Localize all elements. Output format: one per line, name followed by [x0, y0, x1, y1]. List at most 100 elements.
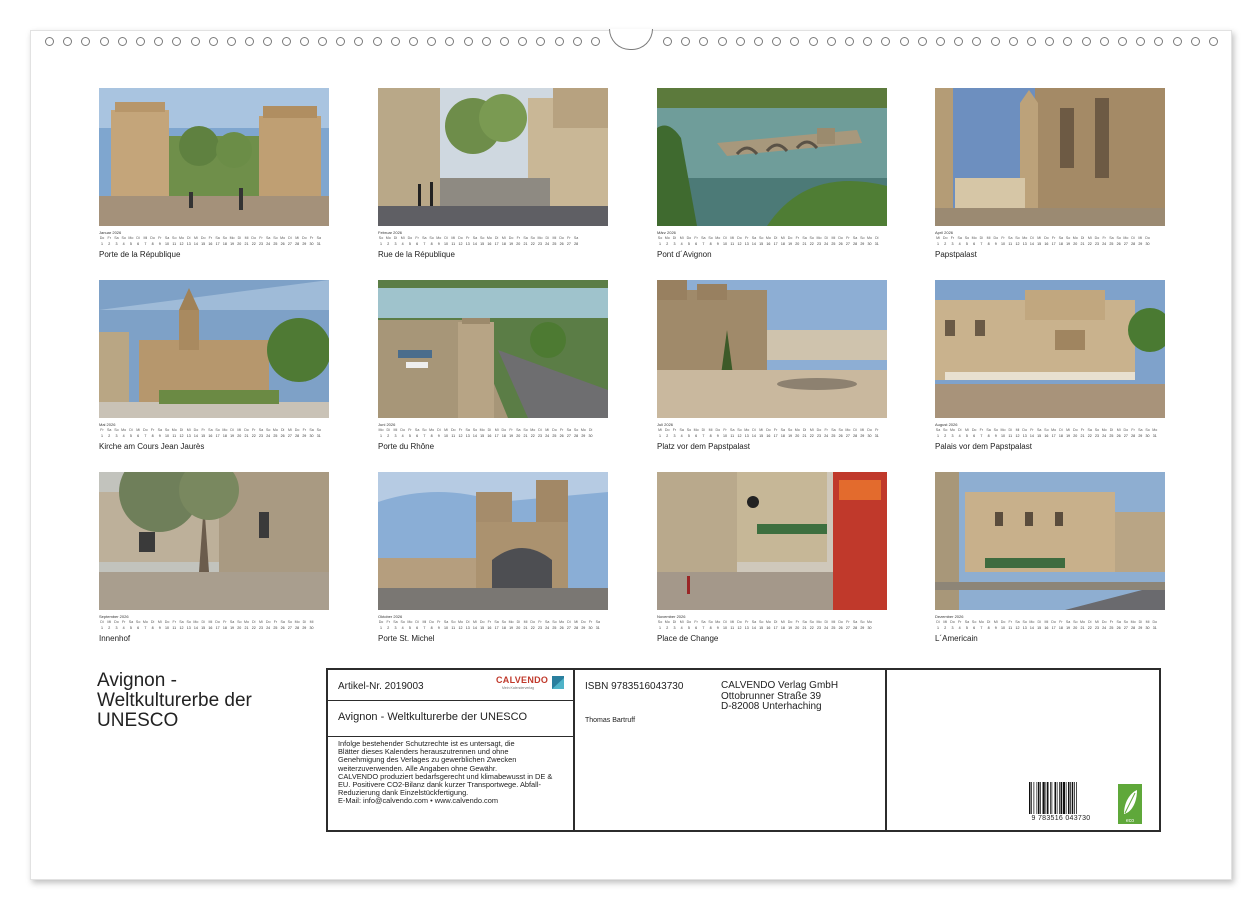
weekday-label: Fr: [588, 620, 593, 624]
legal-line: E-Mail: info@calvendo.com • www.calvendo…: [338, 796, 499, 806]
weekday-label: Mi: [993, 620, 998, 624]
day-number: 14: [751, 626, 756, 630]
weekday-label: So: [222, 236, 228, 240]
weekday-label: Di: [545, 236, 549, 240]
weekday-label: Do: [816, 428, 822, 432]
day-number: 17: [1051, 626, 1056, 630]
binding-ring: [1118, 37, 1127, 46]
weekday-label: So: [708, 236, 713, 240]
barcode-bar: [1029, 782, 1031, 814]
weekday-label: Di: [1088, 620, 1092, 624]
day-number: 4: [680, 242, 683, 246]
day-number: 10: [444, 434, 449, 438]
weekday-label: Di: [302, 620, 307, 624]
weekday-label: Do: [400, 428, 405, 432]
weekday-label: Mo: [580, 428, 586, 432]
day-number: 8: [987, 434, 990, 438]
day-number: 11: [1008, 242, 1013, 246]
day-number: 1: [937, 434, 939, 438]
weekday-label: So: [737, 428, 742, 432]
weekday-label: So: [1094, 428, 1100, 432]
day-number: 16: [208, 242, 213, 246]
weekday-label: Sa: [128, 620, 134, 624]
day-number: 17: [1051, 242, 1056, 246]
day-number: 1: [937, 242, 939, 246]
weekday-label: Mo: [537, 236, 543, 240]
day-number: 1: [101, 242, 103, 246]
day-number: 20: [237, 626, 242, 630]
weekday-label: Fr: [1001, 236, 1005, 240]
weekday-label: So: [552, 620, 557, 624]
weekday-label: Sa: [1015, 620, 1020, 624]
weekday-label: Do: [99, 236, 105, 240]
weekday-label: Sa: [595, 620, 600, 624]
day-number: 10: [165, 434, 170, 438]
publisher-line: CALVENDO Verlag GmbH: [721, 680, 839, 691]
day-number: 7: [702, 626, 705, 630]
weekday-label: Do: [1101, 620, 1107, 624]
day-number: 21: [1080, 242, 1085, 246]
day-number: 30: [867, 626, 872, 630]
weekday-label: So: [657, 620, 663, 624]
calendar-title: Avignon - Weltkulturerbe der UNESCO: [97, 671, 307, 731]
day-number: 6: [416, 242, 419, 246]
day-number: 19: [230, 242, 235, 246]
weekday-label: Di: [237, 236, 241, 240]
weekday-label: So: [657, 236, 663, 240]
day-number: 24: [266, 434, 271, 438]
weekday-label: Do: [1000, 620, 1006, 624]
day-number: 21: [802, 434, 807, 438]
day-number: 8: [987, 626, 990, 630]
day-number: 9: [437, 626, 440, 630]
photo-caption: Porte St. Michel: [378, 634, 435, 643]
barcode-bar: [1071, 782, 1074, 814]
weekday-label: Mo: [794, 428, 800, 432]
weekday-label: Di: [1008, 428, 1012, 432]
weekday-label: Fr: [1051, 236, 1056, 240]
day-number: 9: [994, 434, 997, 438]
weekday-label: Fr: [466, 236, 470, 240]
calendar-title-line: Avignon -: [97, 670, 177, 691]
day-number: 30: [588, 626, 593, 630]
day-number: 31: [874, 434, 879, 438]
weekday-label: Mi: [143, 236, 148, 240]
day-number: 23: [1094, 434, 1099, 438]
day-number: 22: [809, 626, 814, 630]
weekday-label: Do: [942, 236, 948, 240]
weekday-label: Sa: [802, 620, 807, 624]
day-number: 22: [530, 242, 535, 246]
day-number: 19: [230, 626, 235, 630]
day-number: 26: [280, 434, 285, 438]
day-number: 13: [186, 242, 191, 246]
weekday-label: Do: [251, 236, 257, 240]
day-number: 3: [951, 626, 954, 630]
day-number: 3: [115, 242, 118, 246]
weekday-label: Fr: [458, 428, 463, 432]
binding-ring: [372, 37, 382, 46]
binding-ring: [772, 37, 782, 46]
day-number: 15: [201, 626, 206, 630]
weekday-label: Mi: [422, 620, 427, 624]
church-photo: [99, 280, 329, 418]
weekday-label: Di: [415, 620, 419, 624]
bridge-over-river-photo: [657, 88, 887, 226]
day-number: 10: [723, 242, 728, 246]
weekday-label: So: [686, 428, 692, 432]
weekday-label: Mi: [1066, 428, 1070, 432]
day-number: 6: [973, 434, 976, 438]
day-number: 2: [666, 626, 669, 630]
day-number: 26: [1116, 434, 1121, 438]
weekday-label: Sa: [780, 428, 786, 432]
weekday-label: Mi: [287, 428, 292, 432]
day-number: 30: [1145, 626, 1150, 630]
weekday-label: Do: [737, 620, 742, 624]
day-number: 29: [302, 434, 307, 438]
weekday-label: Do: [552, 428, 557, 432]
day-number: 25: [273, 242, 278, 246]
day-number: 5: [408, 242, 411, 246]
street-hotel-photo: [935, 472, 1165, 610]
weekday-label: Mo: [1022, 236, 1028, 240]
day-number: 25: [273, 626, 278, 630]
weekday-label: Mi: [501, 236, 506, 240]
binding-ring: [45, 37, 54, 46]
